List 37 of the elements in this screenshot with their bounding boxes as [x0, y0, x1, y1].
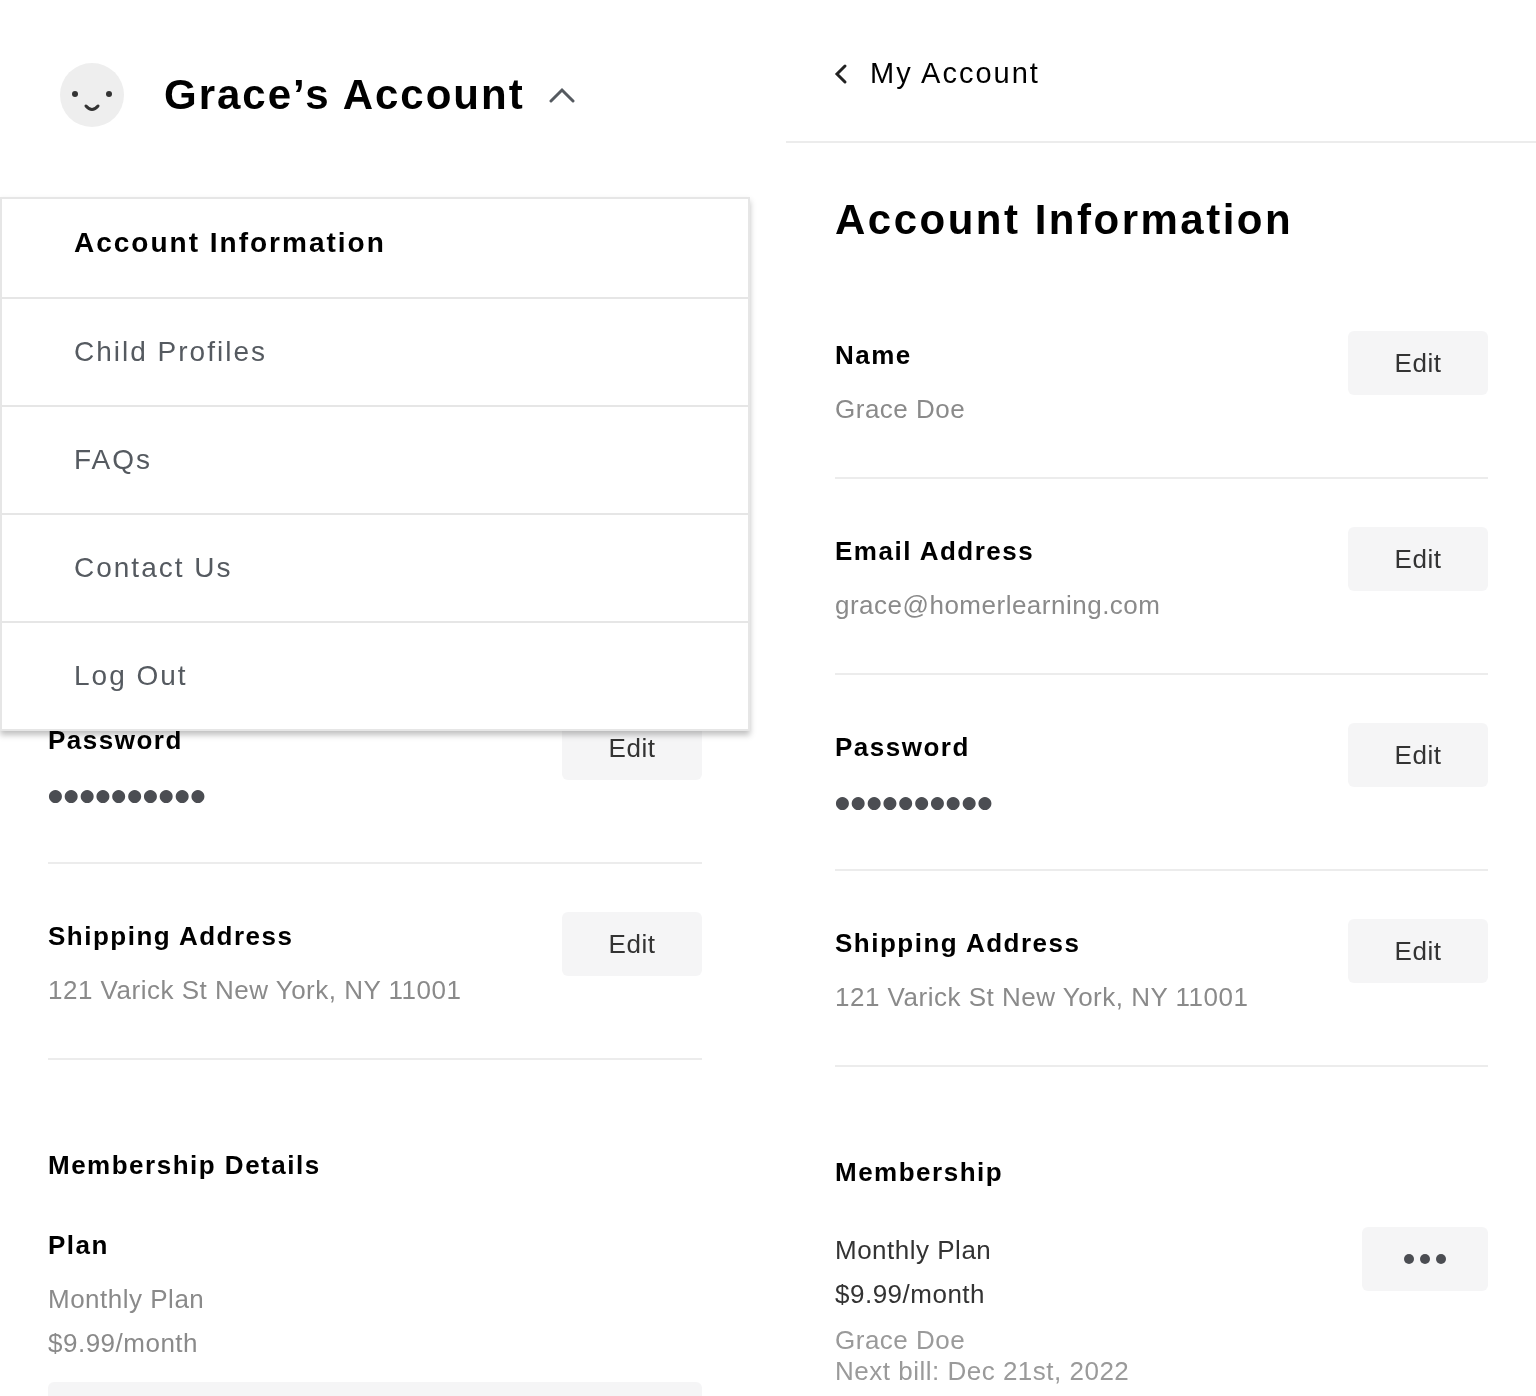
field-label: Password [835, 731, 971, 763]
member-name: Grace Doe [835, 1324, 967, 1356]
smiley-avatar-icon [60, 62, 124, 127]
menu-item[interactable]: Contact Us [2, 513, 748, 621]
plan-name: Monthly Plan [835, 1234, 993, 1266]
chevron-left-icon [834, 62, 848, 85]
plan-price: $9.99/month [835, 1278, 987, 1310]
section-heading: Membership Details [48, 1149, 322, 1181]
section-heading: Membership [835, 1156, 1005, 1188]
menu-item[interactable]: Account Information [2, 189, 748, 297]
back-button[interactable]: My Account [834, 52, 1040, 96]
menu-item[interactable]: Child Profiles [2, 297, 748, 405]
edit-button[interactable]: Edit [1348, 331, 1488, 395]
field-label: Plan [48, 1229, 110, 1261]
field-label: Shipping Address [48, 920, 295, 952]
field-label: Email Address [835, 535, 1036, 567]
plan-name: Monthly Plan [48, 1283, 206, 1315]
menu-item[interactable]: Log Out [2, 621, 748, 729]
field-value: Grace Doe [835, 393, 966, 425]
next-bill-date: Next bill: Dec 21st, 2022 [835, 1356, 1130, 1386]
password-dots: ●●●●●●●●●● [835, 791, 994, 814]
field-value: 121 Varick St New York, NY 11001 [48, 974, 462, 1006]
more-options-button[interactable] [1362, 1227, 1488, 1291]
field-label: Name [835, 339, 913, 371]
password-dots: ●●●●●●●●●● [48, 784, 207, 807]
menu-item[interactable]: FAQs [2, 405, 748, 513]
field-label: Shipping Address [835, 927, 1082, 959]
edit-button[interactable]: Edit [1348, 527, 1488, 591]
plan-price: $9.99/month [48, 1327, 200, 1359]
edit-button[interactable]: Edit [562, 912, 702, 976]
account-menu-toggle[interactable]: Grace’s Account [164, 63, 575, 126]
edit-button[interactable]: Edit [1348, 919, 1488, 983]
field-value: 121 Varick St New York, NY 11001 [835, 981, 1249, 1013]
page-title: Account Information [835, 197, 1295, 245]
field-value: grace@homerlearning.com [835, 589, 1161, 621]
edit-button[interactable]: Edit [1348, 723, 1488, 787]
more-icon [1403, 1253, 1447, 1265]
